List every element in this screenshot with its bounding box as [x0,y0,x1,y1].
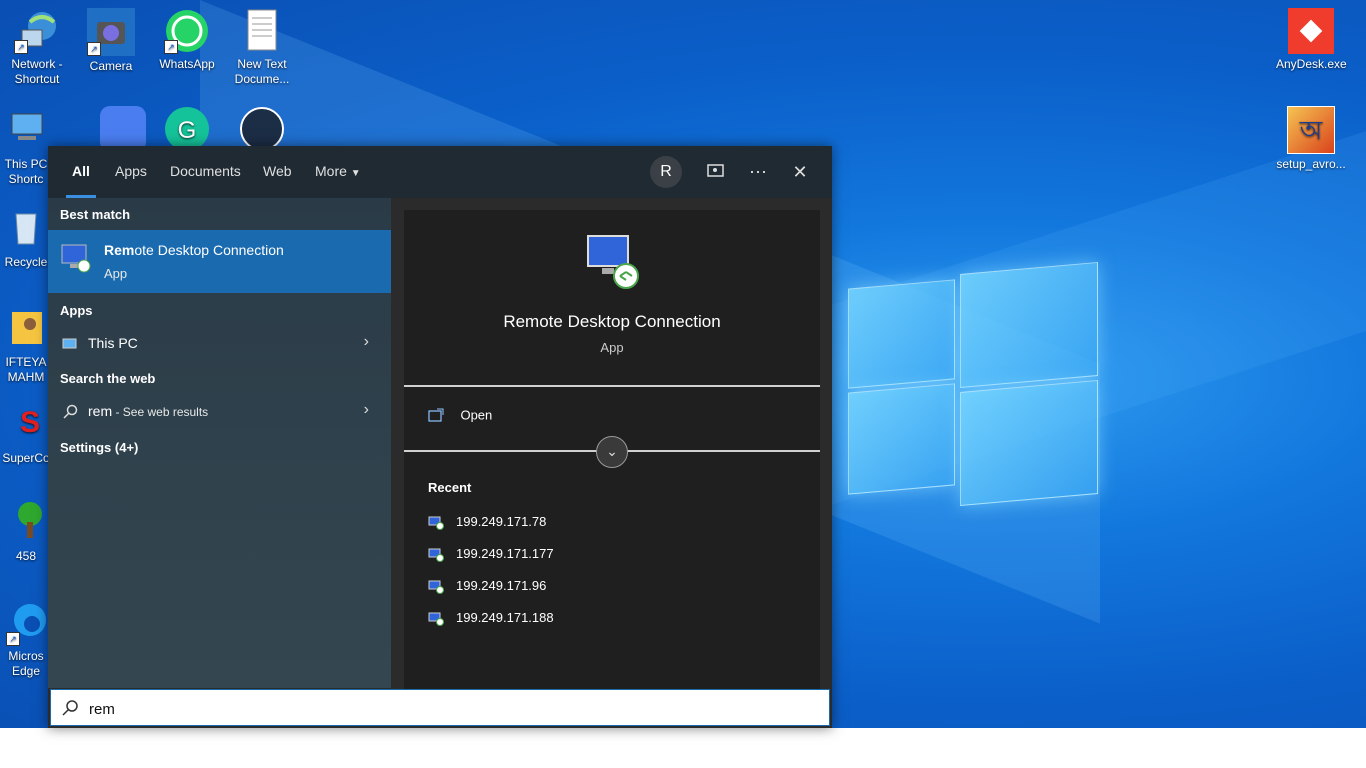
tab-more-label: More [315,163,347,179]
windows-logo [848,258,1098,512]
recent-item[interactable]: 199.249.171.96 [428,578,546,598]
whatsapp-label: WhatsApp [159,57,215,71]
detail-pane: Remote Desktop Connection App Open ⌄ Rec… [404,210,820,690]
web-result-text: rem - See web results [88,403,209,419]
network-shortcut-label: Network - Shortcut [11,57,63,86]
remote-desktop-icon [428,548,444,562]
text-document-icon[interactable]: New Text Docume... [227,8,297,87]
search-icon [62,700,78,716]
user-folder-icon[interactable]: IFTEYA MAHM [0,306,52,385]
chevron-right-icon: › [363,333,369,350]
edge-label: Micros Edge [8,649,44,678]
section-best-match: Best match [60,207,131,222]
recycle-bin-icon[interactable]: Recycle [0,206,52,270]
best-match-subtitle: App [104,266,128,281]
tab-documents[interactable]: Documents [170,146,241,198]
svg-text:অ: অ [1299,116,1323,146]
tab-apps[interactable]: Apps [115,146,147,198]
recent-item[interactable]: 199.249.171.177 [428,546,554,566]
expand-chevron-icon[interactable]: ⌄ [596,436,628,468]
recent-item[interactable]: 199.249.171.78 [428,514,546,534]
best-match-title: Remote Desktop Connection [104,242,284,258]
tab-more[interactable]: More ▼ [315,146,361,198]
edge-icon[interactable]: ↗ Micros Edge [0,600,52,679]
open-action[interactable]: Open [428,406,492,428]
open-icon [428,408,444,422]
tab-web[interactable]: Web [263,146,292,198]
this-pc-icon [62,338,77,349]
tab-all[interactable]: All [66,146,96,198]
recent-header: Recent [428,480,472,495]
supercopier-icon[interactable]: S SuperCo [0,402,52,466]
avro-setup-label: setup_avro... [1276,157,1346,171]
this-pc-label: This PC Shortc [4,157,48,186]
search-input[interactable] [87,696,791,722]
start-search-panel: All Apps Documents Web More ▼ R ⋯ ✕ Best… [48,146,832,728]
text-document-label: New Text Docume... [234,57,290,86]
section-apps: Apps [60,303,93,318]
search-icon [63,404,78,419]
chevron-right-icon: › [363,401,369,418]
detail-title: Remote Desktop Connection [503,312,721,331]
network-shortcut-icon[interactable]: ↗ Network - Shortcut [2,8,72,87]
close-icon[interactable]: ✕ [784,156,816,188]
remote-desktop-icon [61,244,91,273]
remote-desktop-large-icon [587,235,639,289]
section-settings[interactable]: Settings (4+) [60,440,138,455]
section-search-web: Search the web [60,371,156,386]
search-tabs-bar: All Apps Documents Web More ▼ R ⋯ ✕ [48,146,832,198]
avatar[interactable]: R [650,156,682,188]
more-options-icon[interactable]: ⋯ [742,156,774,188]
feedback-icon[interactable] [700,156,732,188]
user-folder-label: IFTEYA MAHM [5,355,47,384]
svg-text:G: G [178,117,197,144]
recycle-bin-label: Recycle [4,255,48,269]
open-label: Open [460,407,493,423]
camera-icon[interactable]: ↗ Camera [76,8,146,74]
tree-app-icon[interactable]: 458 [0,500,52,564]
camera-label: Camera [89,59,133,73]
svg-text:S: S [20,406,40,439]
chevron-down-icon: ▼ [350,168,361,179]
web-result-item[interactable]: rem - See web results › [48,396,391,428]
tree-app-label: 458 [15,549,37,563]
remote-desktop-icon [428,580,444,594]
app-item-label: This PC [88,335,138,351]
avro-setup-icon[interactable]: অ setup_avro... [1276,106,1346,172]
this-pc-icon[interactable]: This PC Shortc [0,108,52,187]
search-box[interactable] [50,689,830,726]
supercopier-label: SuperCo [2,451,50,465]
best-match-remote-desktop[interactable]: Remote Desktop Connection App [48,230,391,293]
remote-desktop-icon [428,516,444,530]
results-list: Best match Remote Desktop Connection App… [48,198,391,688]
divider [404,385,820,387]
app-item-this-pc[interactable]: This PC › [48,328,391,360]
detail-subtitle: App [600,340,624,355]
whatsapp-icon[interactable]: ↗ WhatsApp [152,8,222,72]
remote-desktop-icon [428,612,444,626]
recent-item[interactable]: 199.249.171.188 [428,610,554,630]
anydesk-label: AnyDesk.exe [1276,57,1347,71]
anydesk-icon[interactable]: AnyDesk.exe [1276,8,1347,72]
